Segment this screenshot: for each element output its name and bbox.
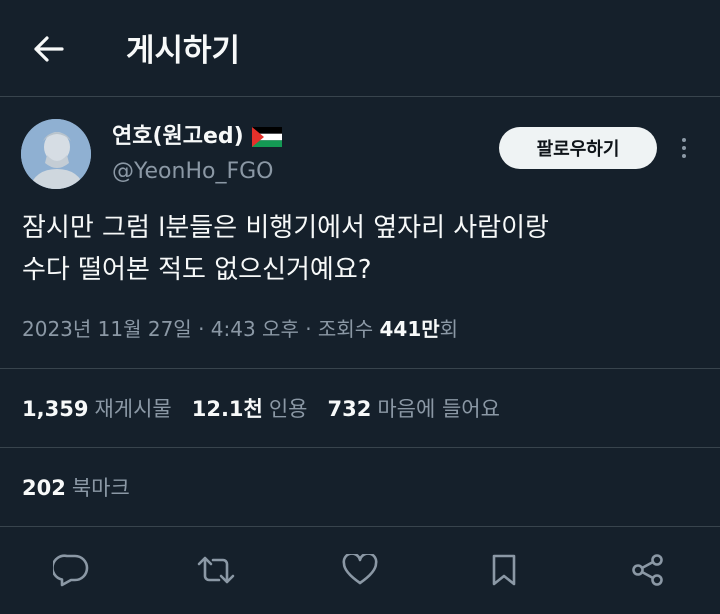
bookmarks-stat-row: 202 북마크 [0, 448, 720, 527]
tweet-meta: 2023년 11월 27일 · 4:43 오후 · 조회수 441만회 [22, 314, 458, 344]
more-options-button[interactable] [672, 134, 696, 162]
author-display-name[interactable]: 연호(원고ed) [112, 122, 282, 152]
engagement-stats: 1,359 재게시물 12.1천 인용 732 마음에 들어요 [0, 368, 720, 448]
statue-bust-image [21, 119, 91, 189]
back-button[interactable] [30, 30, 68, 68]
tweet-text: 잠시만 그럼 l분들은 비행기에서 옆자리 사람이랑 수다 떨어본 적도 없으신… [22, 213, 549, 285]
more-dot-icon [682, 138, 686, 142]
likes-label: 마음에 들어요 [377, 397, 500, 421]
action-bar [0, 527, 720, 614]
views-count: 441만 [379, 317, 440, 341]
page-title: 게시하기 [126, 33, 241, 69]
share-icon [632, 554, 663, 586]
reply-icon [53, 554, 89, 587]
avatar[interactable] [21, 119, 91, 189]
retweets-count: 1,359 [22, 397, 89, 421]
bookmark-icon [492, 554, 516, 586]
bookmarks-count: 202 [22, 476, 66, 500]
follow-button[interactable]: 팔로우하기 [499, 127, 657, 169]
more-dot-icon [682, 154, 686, 158]
likes-stat[interactable]: 732 마음에 들어요 [328, 393, 500, 423]
likes-count: 732 [327, 397, 372, 421]
retweet-icon [197, 556, 235, 584]
arrow-left-icon [34, 36, 64, 62]
retweet-button[interactable] [196, 552, 236, 588]
bookmarks-label: 북마크 [71, 476, 130, 500]
display-name-text: 연호(원고ed) [112, 124, 244, 149]
bookmarks-stat[interactable]: 202 북마크 [22, 472, 130, 502]
palestine-flag-icon [251, 127, 282, 147]
retweets-label: 재게시물 [94, 397, 172, 421]
quotes-count: 12.1천 [191, 397, 263, 421]
more-dot-icon [682, 146, 686, 150]
retweets-stat[interactable]: 1,359 재게시물 [22, 393, 172, 423]
like-button[interactable] [340, 552, 380, 588]
reply-button[interactable] [51, 552, 91, 588]
share-button[interactable] [628, 552, 668, 588]
author-handle[interactable]: @YeonHo_FGO [112, 157, 273, 187]
top-bar: 게시하기 [0, 0, 720, 97]
views-suffix: 회 [439, 317, 459, 341]
bookmark-button[interactable] [484, 552, 524, 588]
timestamp[interactable]: 2023년 11월 27일 · 4:43 오후 · 조회수 [22, 317, 373, 341]
quotes-label: 인용 [268, 397, 308, 421]
quotes-stat[interactable]: 12.1천 인용 [192, 393, 308, 423]
like-icon [342, 554, 378, 585]
